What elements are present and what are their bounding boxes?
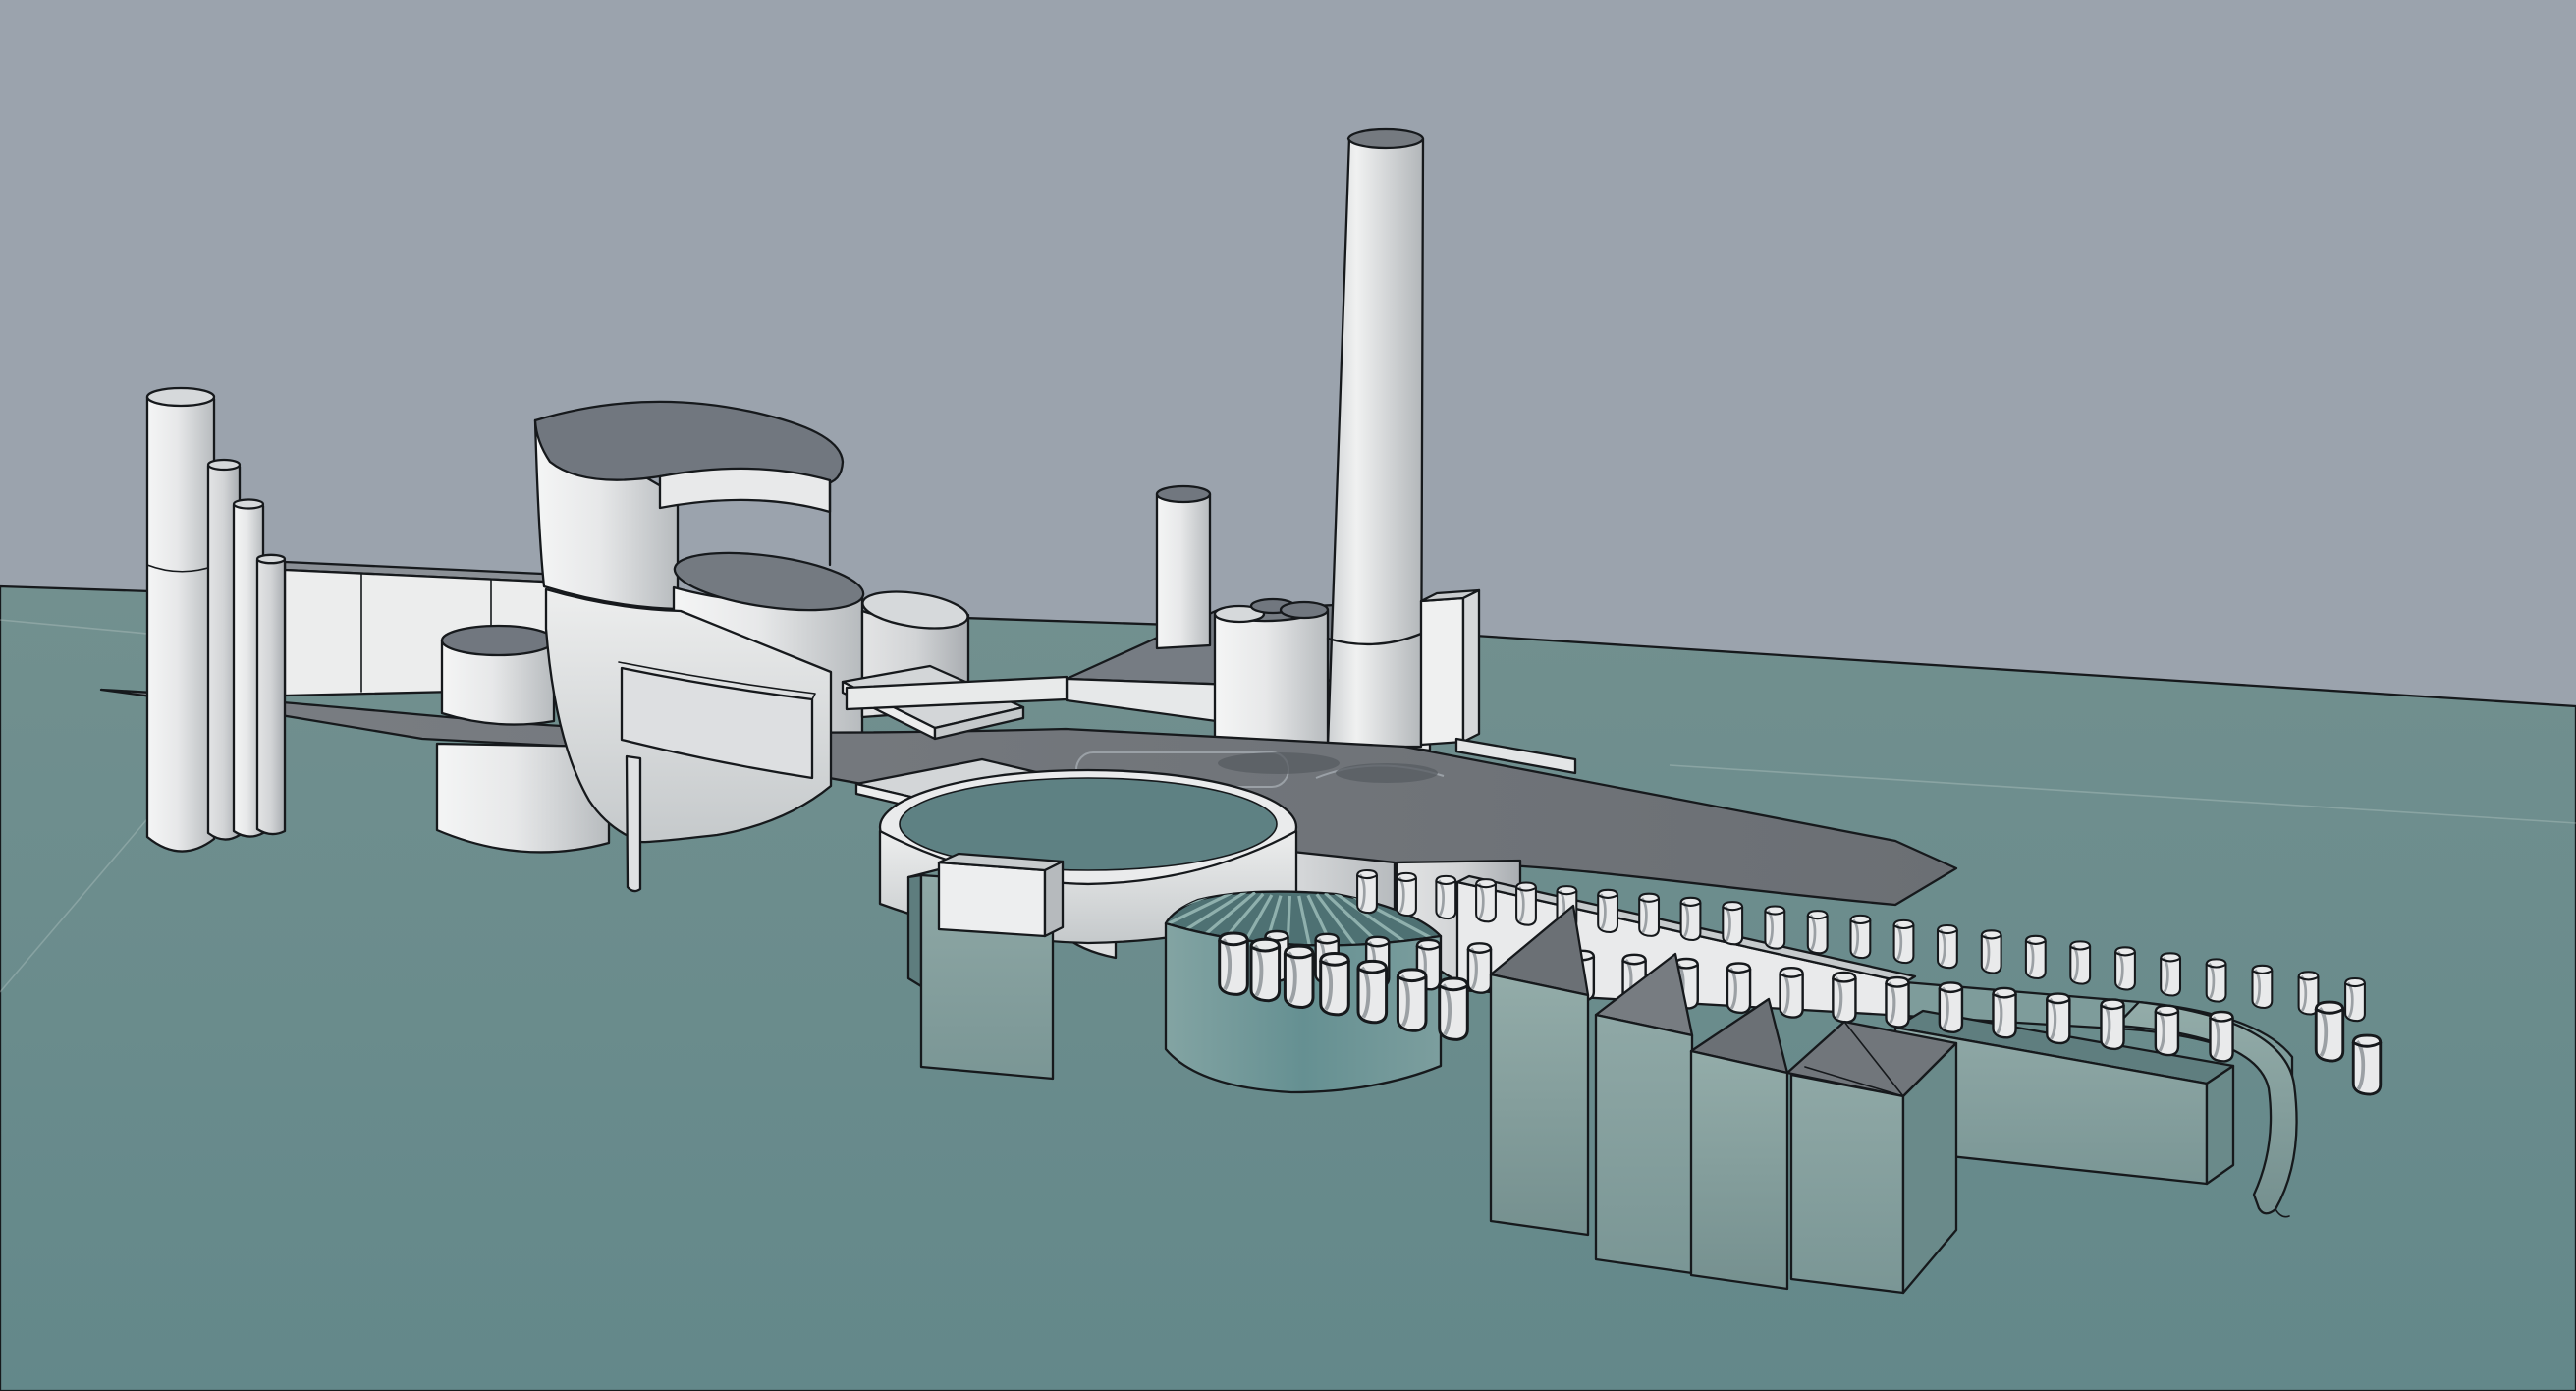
fin-shell: [1993, 988, 2015, 1037]
fin-shell: [1723, 902, 1742, 944]
fin-shell: [1321, 954, 1349, 1015]
fin-shell: [2070, 941, 2090, 983]
fin-shell: [1436, 876, 1455, 918]
prism-wall: [1691, 1051, 1787, 1289]
fin-shell: [2161, 953, 2180, 995]
fin-shell: [1940, 982, 1962, 1031]
fin-shell: [2047, 994, 2069, 1043]
fin-shell: [2207, 959, 2226, 1001]
fin-shell: [1476, 879, 1496, 921]
side: [1463, 590, 1479, 742]
fin-shell: [1398, 970, 1426, 1030]
fin-shell: [1285, 946, 1313, 1007]
fin-shell: [1440, 978, 1468, 1039]
top-face: [442, 626, 554, 655]
fin-shell: [1639, 894, 1659, 936]
fin-shell: [2353, 1035, 2381, 1094]
fin-shell: [1251, 939, 1280, 1000]
fin-shell: [1938, 925, 1957, 968]
cube-front: [939, 862, 1045, 936]
blade-face: [627, 756, 640, 891]
prism-wall: [1791, 1075, 1903, 1293]
fin-shell: [1765, 907, 1784, 949]
fin-shell: [1982, 930, 2001, 973]
cluster-top-dark: [1281, 602, 1328, 618]
cube-on-teal-box[interactable]: [908, 854, 1063, 1079]
chimney-top-face: [1348, 129, 1423, 148]
fin-shell: [1681, 898, 1701, 940]
fin-shell: [1894, 920, 1914, 963]
cube-side: [1045, 862, 1063, 936]
base-shadow: [1336, 763, 1438, 783]
fin-shell: [1886, 977, 1908, 1027]
fin-shell: [2115, 947, 2135, 989]
box-side: [2207, 1066, 2233, 1184]
fin-shell: [2156, 1006, 2178, 1055]
fin-shell: [2210, 1012, 2232, 1061]
cylinder-top: [234, 500, 263, 509]
cylinder-body: [147, 397, 214, 852]
fin-shell: [1781, 968, 1803, 1017]
cylinder-cluster[interactable]: [1215, 599, 1328, 758]
base-shadow: [1218, 752, 1340, 774]
fin-shell: [1833, 973, 1855, 1022]
fin-shell: [1358, 961, 1387, 1022]
prism-wall: [1491, 974, 1588, 1235]
fin-shell: [1727, 964, 1750, 1013]
fin-shell: [1851, 916, 1871, 958]
cluster-bodies: [1215, 611, 1328, 758]
fin-shell: [2026, 936, 2046, 978]
fin-shell: [1220, 933, 1248, 994]
vent-cylinder[interactable]: [1157, 486, 1210, 648]
fin-shell: [2253, 966, 2273, 1008]
front: [1421, 598, 1463, 745]
prism-wall: [1596, 1015, 1692, 1273]
fin-shell: [1516, 883, 1536, 925]
cylinder-body: [257, 560, 285, 834]
teal-box-side: [908, 875, 921, 986]
cylinder-top: [257, 555, 285, 563]
fin-shell: [1397, 873, 1416, 916]
cylinder-top: [208, 460, 240, 470]
top-face: [1157, 486, 1210, 502]
cylinder-top: [147, 388, 214, 406]
modeling-viewport[interactable]: [0, 0, 2576, 1391]
body: [1157, 494, 1210, 648]
fin-shell: [2345, 978, 2365, 1021]
fin-shell: [1468, 943, 1491, 992]
fin-shell: [2316, 1002, 2343, 1061]
fin-shell: [1598, 890, 1617, 932]
fin-shell: [1357, 870, 1377, 913]
fin-shell: [1808, 911, 1828, 953]
blade-fin[interactable]: [627, 756, 640, 891]
fin-shell: [2101, 1000, 2123, 1049]
